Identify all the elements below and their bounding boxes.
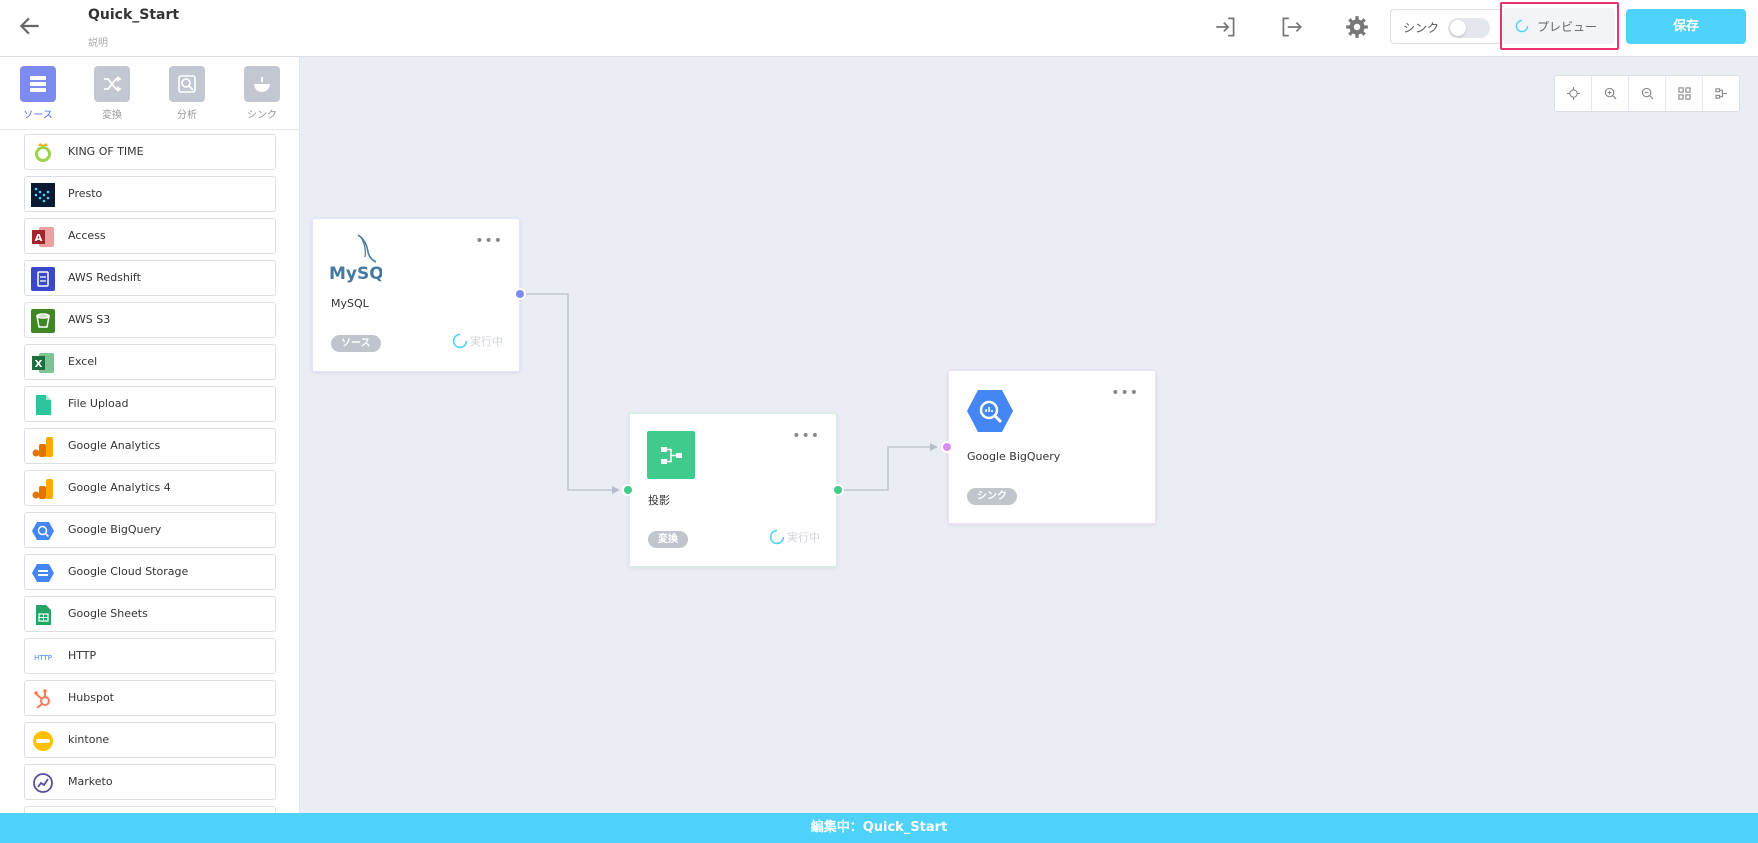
node-projection-transform[interactable]: ••• 投影 変換 実行中	[629, 413, 837, 567]
projection-transform-icon	[647, 431, 695, 479]
output-port[interactable]	[514, 288, 526, 300]
loading-spinner-icon	[769, 529, 785, 545]
node-menu-button[interactable]: •••	[792, 428, 820, 444]
node-status: 実行中	[769, 529, 820, 545]
input-port[interactable]	[941, 441, 953, 453]
mysql-logo-text: MySQL	[329, 264, 382, 283]
node-status-label: 実行中	[787, 531, 820, 544]
crosshair-icon	[1567, 87, 1580, 100]
node-type-badge: ソース	[331, 335, 381, 352]
canvas-controls	[1554, 75, 1740, 112]
zoom-out-button[interactable]	[1629, 76, 1666, 111]
node-bigquery-sink[interactable]: ••• Google BigQuery シンク	[948, 370, 1156, 524]
flow-connections	[520, 293, 938, 494]
node-name: Google BigQuery	[967, 450, 1061, 463]
node-type-badge: シンク	[967, 488, 1017, 505]
zoom-in-button[interactable]	[1592, 76, 1629, 111]
output-port[interactable]	[832, 484, 844, 496]
zoom-in-icon	[1604, 87, 1617, 100]
fit-view-icon	[1678, 87, 1691, 100]
layout-icon	[1715, 88, 1728, 99]
status-bar: 編集中：Quick_Start	[0, 813, 1758, 843]
zoom-out-icon	[1641, 87, 1654, 100]
node-status: 実行中	[452, 333, 503, 349]
node-name: 投影	[648, 494, 670, 507]
node-type-badge: 変換	[648, 531, 688, 548]
google-bigquery-icon	[967, 390, 1013, 432]
mysql-logo-icon: MySQL	[329, 234, 382, 283]
node-menu-button[interactable]: •••	[475, 233, 503, 249]
center-button[interactable]	[1555, 76, 1592, 111]
auto-layout-button[interactable]	[1703, 76, 1740, 111]
node-name: MySQL	[331, 297, 369, 310]
node-status-label: 実行中	[470, 335, 503, 348]
loading-spinner-icon	[452, 333, 468, 349]
node-menu-button[interactable]: •••	[1111, 385, 1139, 401]
fit-view-button[interactable]	[1666, 76, 1703, 111]
node-mysql-source[interactable]: MySQL ••• MySQL ソース 実行中	[312, 218, 520, 372]
input-port[interactable]	[622, 484, 634, 496]
